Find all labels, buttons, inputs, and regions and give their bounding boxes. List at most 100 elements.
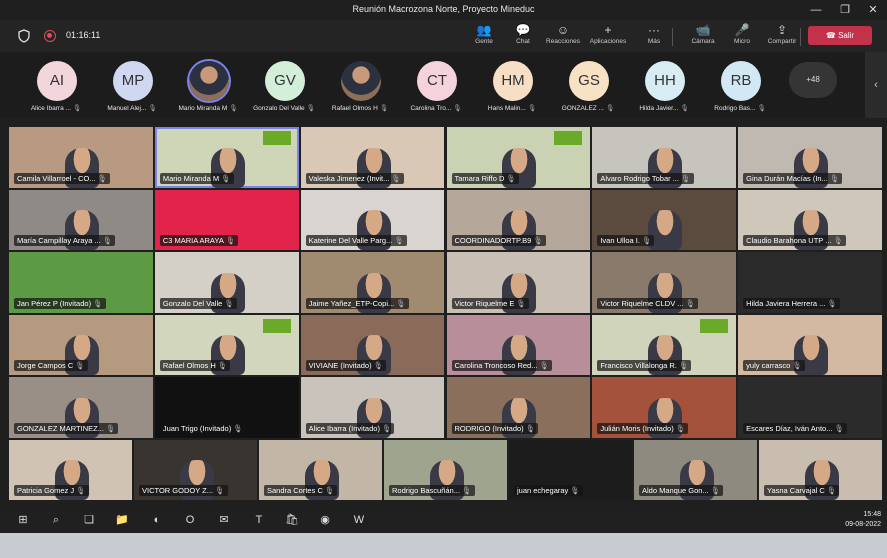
m-s-button[interactable]: ··· Más: [632, 23, 676, 51]
video-tile[interactable]: Rodrigo Bascuñán... 🎙: [383, 438, 508, 501]
close-window-button[interactable]: ✕: [862, 1, 884, 19]
video-tile[interactable]: GONZALEZ MARTINEZ... 🎙: [8, 376, 154, 439]
participant-name-tag: Jan Pérez P (Invitado) 🎙: [14, 297, 106, 309]
chat-button[interactable]: 💬 Chat: [501, 23, 545, 51]
aplicaciones-button[interactable]: + Aplicaciones: [586, 23, 630, 51]
tile-name: Hilda Javiera Herrera ...: [746, 298, 826, 308]
participant-name-text: Rodrigo Bas...: [714, 105, 756, 112]
avatar: [341, 61, 381, 101]
participant-avatar-item[interactable]: HM Hans Malin... 🎙: [474, 52, 550, 118]
mic-muted-icon: 🎙: [827, 298, 837, 308]
shield-icon[interactable]: [17, 29, 31, 43]
video-tile[interactable]: yuly carrasco 🎙: [737, 313, 883, 376]
leave-button[interactable]: ☎ Salir: [808, 26, 872, 45]
video-tile[interactable]: Francisco Villalonga R. 🎙: [591, 313, 738, 376]
participant-avatar-item[interactable]: AI Alice Ibarra ... 🎙: [18, 52, 94, 118]
participant-avatar-item[interactable]: Rafael Olmos H 🎙: [322, 52, 398, 118]
mic-muted-icon: 🎙: [93, 298, 103, 308]
video-tile[interactable]: Claudio Barahona UTP ... 🎙: [737, 188, 883, 251]
micro-button[interactable]: 🎤 Micro: [720, 23, 764, 51]
teams-icon[interactable]: T: [248, 510, 270, 530]
participant-avatar-item[interactable]: RB Rodrigo Bas... 🎙: [702, 52, 778, 118]
mic-muted-icon: 🎙: [229, 105, 238, 112]
video-tile[interactable]: María Campillay Araya ... 🎙: [8, 188, 154, 251]
participant-avatar-item[interactable]: GV Gonzalo Del Valle 🎙: [246, 52, 322, 118]
video-tile[interactable]: Jorge Campos C 🎙: [8, 313, 154, 376]
outlook-icon[interactable]: O: [179, 510, 201, 530]
participant-name-tag: Francisco Villalonga R. 🎙: [597, 360, 692, 371]
tile-name: Rodrigo Bascuñán...: [392, 486, 460, 495]
participant-avatar-item[interactable]: HH Hilda Javier... 🎙: [626, 52, 702, 118]
video-tile[interactable]: Escares Díaz, Iván Anto... 🎙: [737, 376, 883, 439]
participant-avatar-item[interactable]: Mario Miranda M 🎙: [170, 52, 246, 118]
video-tile[interactable]: Alvaro Rodrigo Tobar ... 🎙: [591, 126, 738, 189]
word-icon[interactable]: W: [348, 510, 370, 530]
file-explorer-icon[interactable]: 📁: [111, 510, 133, 530]
mic-muted-icon: 🎙: [391, 173, 401, 183]
more-participants-button[interactable]: +48: [789, 62, 837, 98]
participant-avatar-item[interactable]: GS GONZALEZ ... 🎙: [550, 52, 626, 118]
video-tile[interactable]: Jan Pérez P (Invitado) 🎙: [8, 251, 154, 314]
participant-name-text: Gonzalo Del Valle: [253, 105, 305, 112]
participant-name-tag: yuly carrasco 🎙: [743, 360, 805, 371]
participant-name-text: Hans Malin...: [487, 105, 526, 112]
participant-avatar-item[interactable]: CT Carolina Tro... 🎙: [398, 52, 474, 118]
video-tile[interactable]: Alice Ibarra (Invitado) 🎙: [299, 376, 446, 439]
tile-name: C3 MARIA ARAYA: [162, 236, 224, 245]
video-tile[interactable]: Tamara Riffo D 🎙: [445, 126, 592, 189]
c-mara-button[interactable]: 📹 Cámara: [681, 23, 725, 51]
mail-icon[interactable]: ✉: [213, 510, 235, 530]
video-tile[interactable]: Julián Moris (Invitado) 🎙: [591, 376, 738, 439]
video-tile[interactable]: C3 MARIA ARAYA 🎙: [153, 188, 300, 251]
firefox-icon[interactable]: ◉: [314, 510, 336, 530]
video-tile[interactable]: Hilda Javiera Herrera ... 🎙: [737, 251, 883, 314]
gente-button[interactable]: 👥 Gente: [462, 23, 506, 51]
video-tile[interactable]: Ivan Ulloa I. 🎙: [591, 188, 738, 251]
participant-name-text: Rafael Olmos H: [331, 105, 378, 112]
video-tile[interactable]: COORDINADORTP.B9 🎙: [445, 188, 592, 251]
reactions-icon: ☺: [556, 23, 570, 37]
video-tile[interactable]: Juan Trigo (Invitado) 🎙: [153, 376, 300, 439]
video-tile[interactable]: RODRIGO (Invitado) 🎙: [445, 376, 592, 439]
video-tile[interactable]: Aldo Manque Gon... 🎙: [633, 438, 758, 501]
mic-muted-icon: 🎙: [224, 298, 234, 308]
video-tile[interactable]: Mario Miranda M 🎙: [153, 126, 300, 189]
video-tile[interactable]: Sandra Cortes C 🎙: [258, 438, 383, 501]
collapse-strip-button[interactable]: ‹: [865, 52, 887, 118]
mic-muted-icon: 🎙: [833, 236, 844, 245]
participant-name-tag: GONZALEZ MARTINEZ... 🎙: [14, 422, 119, 434]
avatar: CT: [417, 61, 457, 101]
video-tile[interactable]: VIVIANE (Invitado) 🎙: [299, 313, 446, 376]
video-tile[interactable]: Gina Durán Macías (In... 🎙: [737, 126, 883, 189]
video-tile[interactable]: Yasna Carvajal C 🎙: [758, 438, 883, 501]
video-tile[interactable]: Rafael Olmos H 🎙: [153, 313, 300, 376]
video-tile[interactable]: Carolina Troncoso Red... 🎙: [445, 313, 592, 376]
task-view-icon[interactable]: ❏: [78, 510, 100, 530]
clock-time: 15:48: [863, 511, 881, 518]
video-tile[interactable]: Victor Riquelme CLDV ... 🎙: [591, 251, 738, 314]
video-tile[interactable]: Katerine Del Valle Parg... 🎙: [299, 188, 446, 251]
video-tile[interactable]: Jaime Yañez_ETP-Copi... 🎙: [299, 251, 446, 314]
video-tile[interactable]: Camila Villarroel - CO... 🎙: [8, 126, 154, 189]
windows-start-icon[interactable]: ⊞: [12, 510, 34, 530]
participant-avatar-item[interactable]: MP Manuel Alej... 🎙: [94, 52, 170, 118]
phone-hangup-icon: ☎: [825, 31, 836, 40]
search-icon[interactable]: ⌕: [45, 510, 67, 530]
tile-name: Alvaro Rodrigo Tobar ...: [600, 173, 679, 183]
reacciones-button[interactable]: ☺ Reacciones: [541, 23, 585, 51]
maximize-button[interactable]: ❐: [834, 1, 856, 19]
video-tile[interactable]: Valeska Jimenez (Invit... 🎙: [299, 126, 446, 189]
mic-muted-icon: 🎙: [373, 361, 384, 370]
minimize-button[interactable]: —: [805, 1, 827, 19]
video-tile[interactable]: Patricia Gomez J 🎙: [8, 438, 133, 501]
video-tile[interactable]: juan echegaray 🎙: [508, 438, 633, 501]
store-icon[interactable]: 🛍: [281, 510, 303, 530]
video-tile[interactable]: Victor Riquelme E 🎙: [445, 251, 592, 314]
edge-icon[interactable]: ◐: [146, 510, 168, 530]
video-tile[interactable]: VICTOR GODOY Z... 🎙: [133, 438, 258, 501]
video-tile[interactable]: Gonzalo Del Valle 🎙: [153, 251, 300, 314]
compartir-button[interactable]: ⇪ Compartir: [760, 23, 804, 51]
system-clock[interactable]: 15:48 09-08-2022: [845, 510, 881, 530]
mic-muted-icon: 🎙: [148, 105, 157, 112]
participant-name: Gonzalo Del Valle 🎙: [246, 104, 322, 112]
